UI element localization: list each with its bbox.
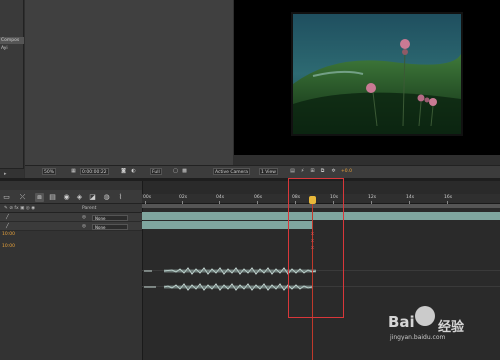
chevron-right-icon[interactable]: ▸ xyxy=(4,171,7,177)
camera-view-dropdown[interactable]: Active Camera xyxy=(213,168,251,175)
ruler-label: 02s xyxy=(179,195,188,200)
show-snapshot-icon[interactable]: ◐ xyxy=(130,168,137,175)
switches-icons: ✎ ⊘ fx ▣ ◎ ◉ xyxy=(4,206,36,211)
brainstorm-icon[interactable]: ◈ xyxy=(75,193,84,202)
timeline-icon[interactable]: ⊞ xyxy=(309,168,316,175)
magnification-dropdown[interactable]: 50% xyxy=(42,168,57,175)
ruler-label: 14s xyxy=(406,195,415,200)
reset-exposure-icon[interactable]: ✲ xyxy=(330,168,337,175)
after-effects-window: Compos Ayi ▸ 50% ▦ 0:00:00:22 ◙ ◐ Full ▢… xyxy=(0,0,500,360)
composition-frame-image xyxy=(291,12,463,136)
fast-previews-icon[interactable]: ⚡ xyxy=(299,168,306,175)
current-time-field[interactable]: 0:00:00:22 xyxy=(80,168,109,175)
parent-dropdown[interactable]: None xyxy=(92,224,128,230)
effects-panel xyxy=(25,0,233,165)
timecode-readout: 10:00 xyxy=(2,232,15,237)
resolution-dropdown[interactable]: Full xyxy=(150,168,162,175)
baidu-paw-icon xyxy=(415,306,435,326)
flowchart-icon[interactable]: ⧉ xyxy=(319,168,326,175)
ruler-label: 12s xyxy=(368,195,377,200)
watermark-logo-text: Bai xyxy=(388,313,415,331)
pen-icon[interactable]: ╱ xyxy=(6,222,9,231)
ruler-label: 06s xyxy=(254,195,263,200)
pen-icon[interactable]: ╱ xyxy=(6,213,9,222)
shy-layers-icon[interactable]: ⧈ xyxy=(35,193,44,202)
draft-3d-icon[interactable]: ⤫ xyxy=(18,193,27,202)
parent-pickwhip-icon[interactable]: ◎ xyxy=(82,222,86,231)
project-item-footage[interactable]: Ayi xyxy=(0,45,24,52)
transparency-grid-icon[interactable]: ▩ xyxy=(181,168,188,175)
ruler-label: 00s xyxy=(143,195,152,200)
parent-dropdown[interactable]: None xyxy=(92,215,128,221)
auto-keyframe-icon[interactable]: ◍ xyxy=(102,193,111,202)
view-layout-dropdown[interactable]: 1 View xyxy=(259,168,278,175)
project-panel xyxy=(0,0,24,178)
parent-column-label: Parent xyxy=(82,206,97,211)
motion-blur-icon[interactable]: ◉ xyxy=(62,193,71,202)
watermark-url: jingyan.baidu.com xyxy=(390,334,446,341)
exposure-value[interactable]: +0.0 xyxy=(340,168,353,175)
curve-icon[interactable]: ⌇ xyxy=(116,193,125,202)
layer-duration-bar[interactable] xyxy=(142,221,312,229)
timecode-readout: 10:00 xyxy=(2,244,15,249)
annotation-highlight-box xyxy=(288,178,344,318)
comp-mini-flowchart-icon[interactable]: ▭ xyxy=(2,193,11,202)
camera-snapshot-icon[interactable]: ◙ xyxy=(120,168,127,175)
parent-pickwhip-icon[interactable]: ◎ xyxy=(82,213,86,222)
ruler-label: 16s xyxy=(444,195,453,200)
frame-blending-icon[interactable]: ▤ xyxy=(48,193,57,202)
toggle-pixel-aspect-icon[interactable]: ▤ xyxy=(289,168,296,175)
safe-margins-icon[interactable]: ▦ xyxy=(70,168,77,175)
region-of-interest-icon[interactable]: ▢ xyxy=(172,168,179,175)
ruler-label: 04s xyxy=(216,195,225,200)
project-item-composition[interactable]: Compos xyxy=(0,37,24,44)
graph-editor-icon[interactable]: ◪ xyxy=(88,193,97,202)
watermark-logo-suffix: 经验 xyxy=(438,320,465,335)
